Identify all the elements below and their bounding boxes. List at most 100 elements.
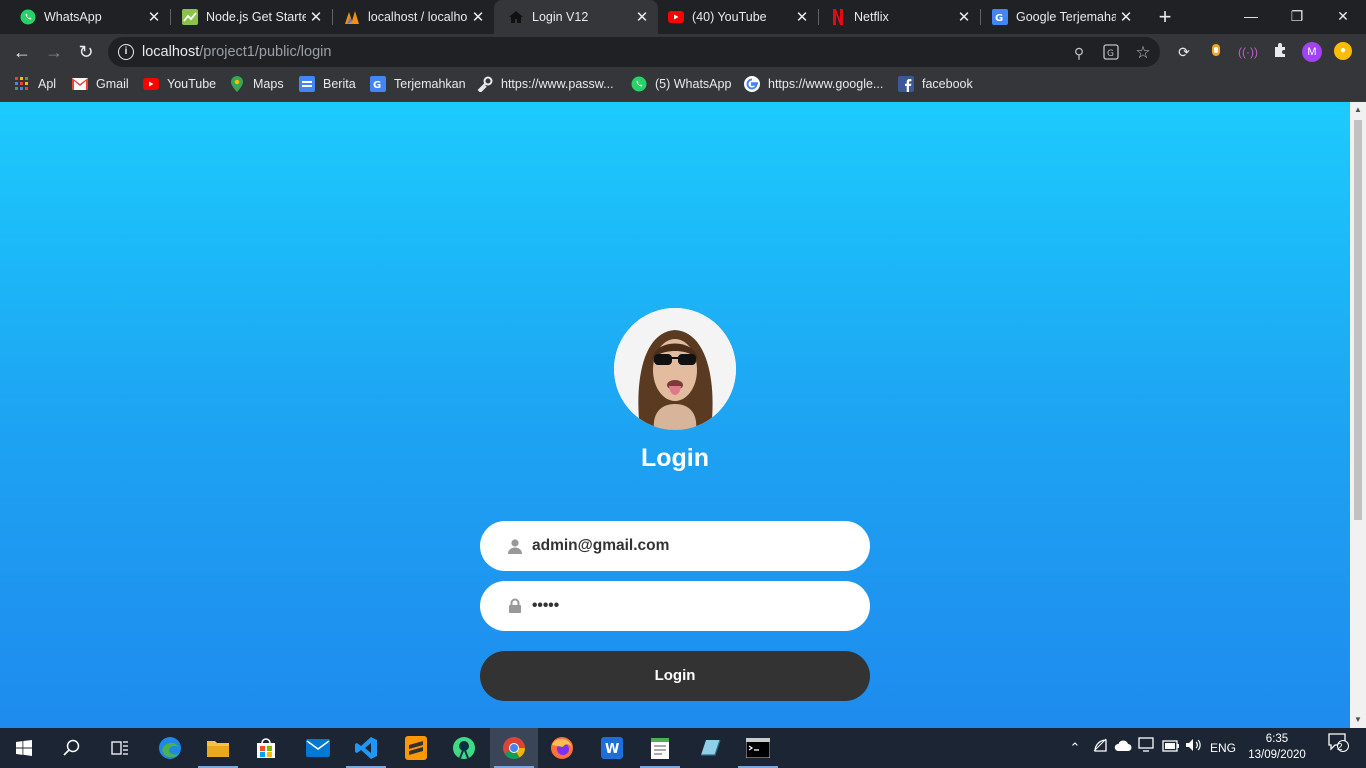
tab-youtube[interactable]: (40) YouTube ✕ [648,0,818,34]
store-icon[interactable] [242,728,290,768]
scrollbar-thumb[interactable] [1354,120,1362,520]
tab-close-icon[interactable]: ✕ [792,8,812,26]
sync-icon[interactable]: ⟳ [1174,42,1194,62]
bookmark-facebook[interactable]: facebook [898,70,973,98]
scroll-down-arrow-icon[interactable]: ▼ [1350,712,1366,728]
youtube-icon [668,9,684,25]
wps-icon[interactable]: W [588,728,636,768]
clock[interactable]: 6:35 13/09/2020 [1240,731,1314,763]
notifications-button[interactable]: 2 [1320,728,1356,768]
bookmark-apps[interactable]: Apl [14,70,56,98]
android-studio-icon[interactable] [440,728,488,768]
maps-pin-icon [229,76,245,92]
whatsapp-icon [631,76,647,92]
bookmark-label: https://www.google... [768,77,884,91]
user-icon [508,538,522,554]
tab-close-icon[interactable]: ✕ [954,8,974,26]
notepad-icon[interactable] [636,728,684,768]
phpmyadmin-icon [344,9,360,25]
tab-close-icon[interactable]: ✕ [1116,8,1136,26]
bookmark-terjemahkan[interactable]: G Terjemahkan [370,70,466,98]
bookmark-label: https://www.passw... [501,77,614,91]
profile-avatar[interactable]: M [1302,42,1322,62]
google-icon [744,76,760,92]
extension-icon[interactable] [1206,42,1226,62]
language-indicator[interactable]: ENG [1206,728,1240,768]
bookmark-star-icon[interactable]: ☆ [1134,44,1152,62]
reload-button[interactable]: ↻ [74,40,98,64]
bookmark-label: Maps [253,77,284,91]
app-icon[interactable] [686,728,734,768]
puzzle-extensions-icon[interactable] [1270,42,1290,62]
edge-icon[interactable] [146,728,194,768]
bookmark-passw[interactable]: https://www.passw... [477,70,614,98]
youtube-icon [143,76,159,92]
cloud-icon[interactable] [1112,728,1134,768]
tab-google-translate[interactable]: G Google Terjemahan ✕ [972,0,1142,34]
search-icon[interactable] [48,728,96,768]
tab-title: localhost / localhost [368,10,468,24]
vscode-icon[interactable] [342,728,390,768]
restore-button[interactable]: ❐ [1274,0,1320,34]
bookmark-youtube[interactable]: YouTube [143,70,216,98]
password-value[interactable]: ••••• [532,581,559,631]
task-view-icon[interactable] [96,728,144,768]
address-url[interactable]: localhost/project1/public/login [142,37,331,67]
tab-netflix[interactable]: Netflix ✕ [810,0,980,34]
tab-title: (40) YouTube [692,10,767,24]
clock-time: 6:35 [1265,733,1289,745]
tab-strip: WhatsApp ✕ Node.js Get Started ✕ localho… [0,0,1366,34]
bookmark-whatsapp[interactable]: (5) WhatsApp [631,70,731,98]
notification-count: 2 [1337,742,1343,753]
minimize-button[interactable]: — [1228,0,1274,34]
wifi-icon[interactable] [1090,728,1112,768]
broadcast-icon[interactable]: ((·)) [1238,42,1258,62]
tab-nodejs[interactable]: Node.js Get Started ✕ [162,0,332,34]
file-explorer-icon[interactable] [194,728,242,768]
key-icon[interactable]: ⚲ [1070,44,1088,62]
email-field[interactable]: admin@gmail.com [480,521,870,571]
tab-title: Node.js Get Started [206,10,306,24]
windows-start-icon[interactable] [0,728,48,768]
battery-icon[interactable] [1160,728,1182,768]
volume-icon[interactable] [1183,728,1205,768]
bookmark-label: YouTube [167,77,217,91]
password-field[interactable]: ••••• [480,581,870,631]
svg-text:G: G [995,13,1003,24]
new-tab-button[interactable]: + [1154,4,1176,30]
news-icon [299,76,315,92]
mail-icon[interactable] [294,728,342,768]
tab-title: WhatsApp [44,10,102,24]
info-icon[interactable]: i [118,44,134,60]
scroll-up-arrow-icon[interactable]: ▲ [1350,102,1366,118]
bookmark-berita[interactable]: Berita [299,70,356,98]
back-button[interactable]: ← [10,40,34,64]
bookmark-google[interactable]: https://www.google... [744,70,883,98]
svg-text:W: W [605,742,619,757]
bookmark-gmail[interactable]: Gmail [72,70,129,98]
bookmark-label: Berita [323,77,356,91]
forward-button[interactable]: → [42,40,66,64]
chrome-icon[interactable] [490,728,538,768]
sublime-icon[interactable] [392,728,440,768]
login-button[interactable]: Login [480,651,870,701]
translate-page-icon[interactable]: G [1102,44,1120,62]
email-value[interactable]: admin@gmail.com [532,521,669,571]
tab-close-icon[interactable]: ✕ [144,8,164,26]
facebook-icon [898,76,914,92]
network-monitor-icon[interactable] [1136,728,1158,768]
bookmark-maps[interactable]: Maps [229,70,284,98]
tab-close-icon[interactable]: ✕ [306,8,326,26]
tab-phpmyadmin[interactable]: localhost / localhost ✕ [324,0,494,34]
tab-whatsapp[interactable]: WhatsApp ✕ [0,0,170,34]
page-scrollbar[interactable]: ▲ ▼ [1350,102,1366,728]
svg-text:G: G [373,80,381,91]
address-bar[interactable]: i localhost/project1/public/login ⚲ G ☆ [108,37,1160,67]
terminal-icon[interactable] [734,728,782,768]
tab-close-icon[interactable]: ✕ [468,8,488,26]
tab-login-v12[interactable]: Login V12 ✕ [494,0,658,34]
close-window-button[interactable]: ✕ [1320,0,1366,34]
tray-chevron-up-icon[interactable]: ⌃ [1064,728,1086,768]
update-icon[interactable]: ● [1334,42,1352,60]
firefox-icon[interactable] [538,728,586,768]
